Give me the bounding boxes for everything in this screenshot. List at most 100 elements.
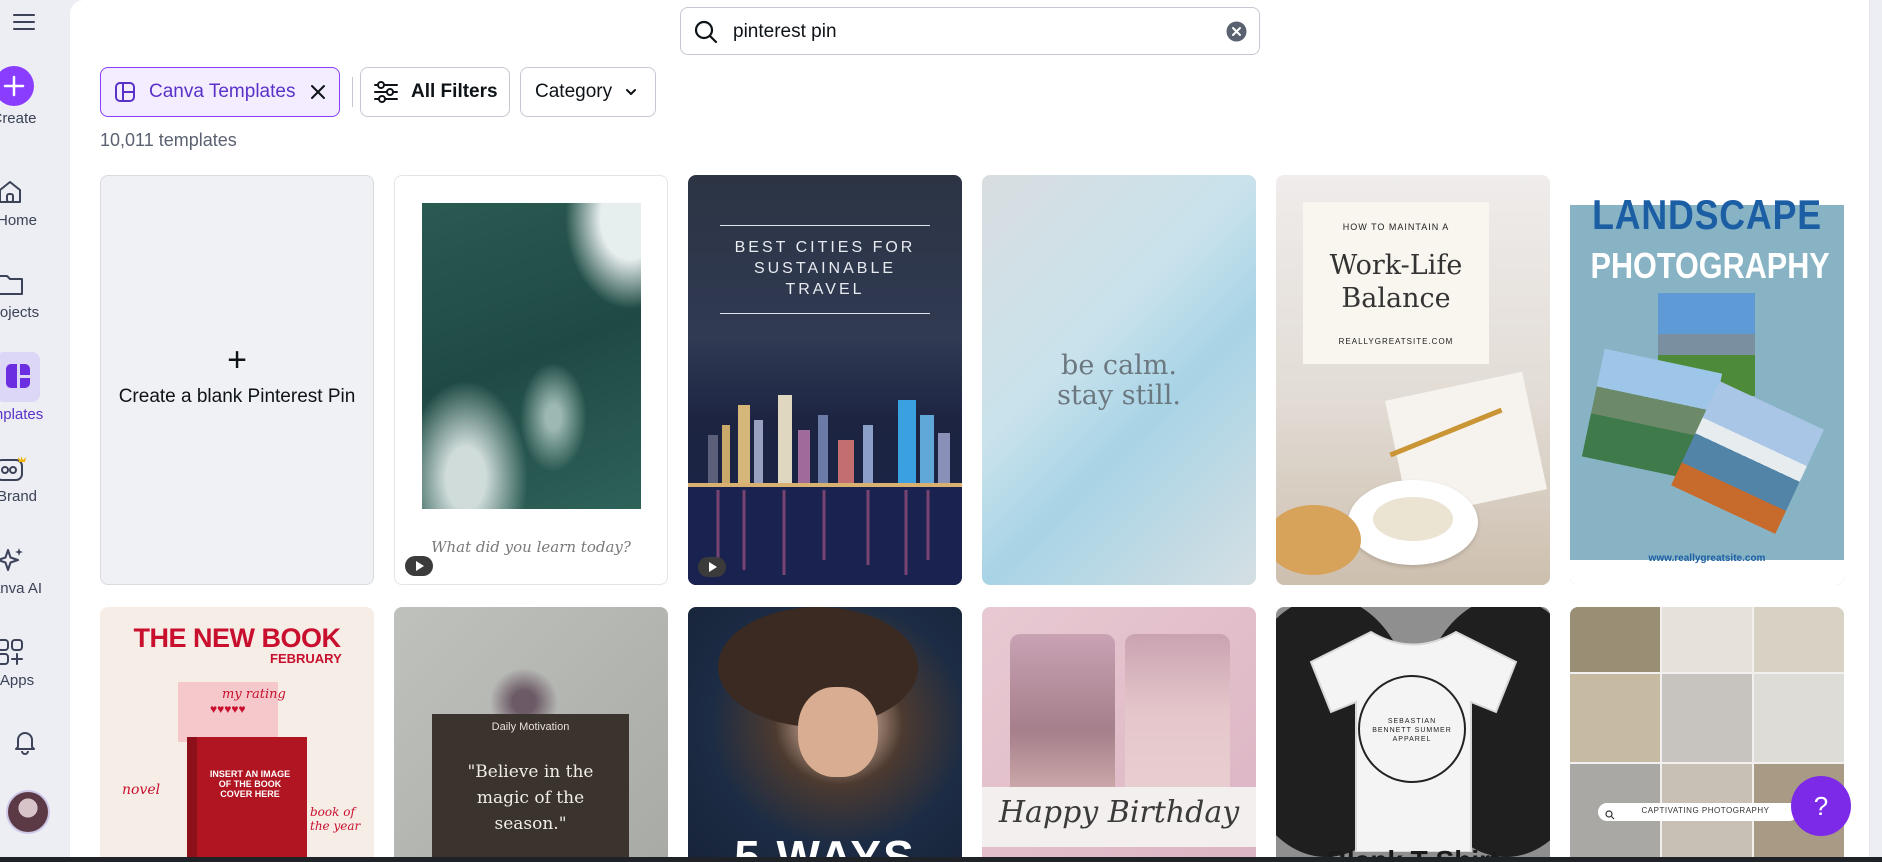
all-filters-label: All Filters [411, 81, 498, 102]
seal-text: SEBASTIAN BENNETT SUMMER APPAREL [1372, 718, 1452, 743]
video-play-icon [405, 556, 433, 576]
sparkle-icon [0, 544, 45, 576]
template-caption: What did you learn today? [431, 538, 631, 556]
plus-icon [0, 66, 34, 106]
help-button[interactable]: ? [1791, 776, 1851, 836]
template-site: REALLYGREATSITE.COM [1338, 337, 1454, 346]
template-title: SUSTAINABLE [753, 260, 897, 277]
sidebar-item-label: anva AI [0, 580, 43, 597]
template-subtitle: FEBRUARY [270, 651, 342, 666]
folder-icon [0, 268, 45, 300]
template-title: Work-Life [1329, 250, 1463, 281]
grid-photo-1 [1570, 607, 1660, 672]
template-subtitle: Daily Motivation [491, 721, 570, 733]
city-skyline-image [688, 365, 962, 585]
template-card-landscape[interactable]: LANDSCAPE PHOTOGRAPHY www.reallygreatsit… [1570, 175, 1844, 585]
template-card-birthday[interactable]: Happy Birthday [982, 607, 1256, 858]
left-sidebar: Create Home rojects mplates Brand anva A… [0, 0, 70, 858]
template-hearts: ♥♥♥♥♥ [210, 702, 246, 716]
template-card-book[interactable]: THE NEW BOOK FEBRUARY my rating ♥♥♥♥♥ IN… [100, 607, 374, 858]
template-annotation: novel [122, 782, 161, 798]
template-title: THE NEW BOOK [133, 623, 342, 653]
title-panel: HOW TO MAINTAIN A Work-Life Balance REAL… [1303, 202, 1489, 364]
photo-left [1010, 634, 1115, 809]
sidebar-item-label: rojects [0, 304, 40, 321]
category-label: Category [535, 81, 613, 102]
template-title: PHOTOGRAPHY [1590, 245, 1830, 286]
template-card-calm[interactable]: be calm. stay still. [982, 175, 1256, 585]
sidebar-item-canva-ai[interactable]: anva AI [0, 544, 45, 597]
clear-icon[interactable] [1226, 21, 1247, 47]
search-bar[interactable] [680, 7, 1260, 55]
sidebar-item-templates[interactable]: mplates [0, 352, 45, 423]
create-label: Create [0, 110, 37, 127]
ocean-image [422, 203, 641, 509]
quote-panel: Daily Motivation "Believe in the magic o… [432, 714, 629, 858]
coffee-image [1373, 497, 1453, 541]
apps-icon [0, 636, 45, 668]
template-card-work-life[interactable]: HOW TO MAINTAIN A Work-Life Balance REAL… [1276, 175, 1550, 585]
sidebar-item-projects[interactable]: rojects [0, 268, 45, 321]
template-rating-label: my rating [222, 687, 286, 702]
template-card-tshirt[interactable]: SEBASTIAN BENNETT SUMMER APPAREL Blank T… [1276, 607, 1550, 858]
templates-icon [0, 360, 40, 392]
template-subtitle: HOW TO MAINTAIN A [1342, 222, 1450, 232]
brand-icon [0, 452, 45, 484]
grid-photo-5 [1662, 674, 1752, 762]
bell-icon[interactable] [10, 726, 40, 761]
caption-bar-text: CAPTIVATING PHOTOGRAPHY [1641, 806, 1770, 815]
template-title: BEST CITIES FOR [734, 239, 916, 256]
croissant-image [1276, 505, 1361, 575]
plus-icon: + [227, 341, 247, 379]
main-panel: Canva Templates All Filters Category 10,… [70, 0, 1870, 858]
create-blank-label: Create a blank Pinterest Pin [118, 386, 356, 407]
bottom-rule [720, 313, 930, 314]
templates-icon [113, 80, 137, 104]
taskbar-strip [0, 857, 1882, 862]
chevron-down-icon [624, 85, 638, 99]
hamburger-menu-icon[interactable] [12, 10, 36, 34]
search-icon [1605, 807, 1615, 825]
template-card-cities[interactable]: BEST CITIES FOR SUSTAINABLE TRAVEL [688, 175, 962, 585]
right-edge [1869, 0, 1870, 858]
chip-label: Canva Templates [149, 81, 296, 102]
search-input[interactable] [731, 18, 1195, 46]
template-card-motivation[interactable]: Daily Motivation "Believe in the magic o… [394, 607, 668, 858]
template-title: Balance [1341, 283, 1451, 314]
chip-divider [352, 77, 353, 107]
photo-right [1125, 634, 1230, 809]
sidebar-item-apps[interactable]: Apps [0, 636, 45, 689]
template-title: 5 WAYS [734, 831, 916, 858]
category-dropdown[interactable]: Category [520, 67, 656, 117]
sidebar-item-label: Apps [0, 672, 35, 689]
close-icon[interactable] [309, 83, 327, 101]
template-card-ocean[interactable]: What did you learn today? [394, 175, 668, 585]
sidebar-item-brand[interactable]: Brand [0, 452, 45, 505]
all-filters-button[interactable]: All Filters [360, 67, 510, 117]
book-cover-text: INSERT AN IMAGE OF THE BOOK COVER HERE [209, 769, 291, 799]
sidebar-item-label: Home [0, 212, 37, 229]
sliders-icon [373, 80, 399, 104]
create-button[interactable]: Create [0, 66, 49, 127]
grid-photo-4 [1570, 674, 1660, 762]
template-card-ways[interactable]: 5 WAYS [688, 607, 962, 858]
sidebar-item-label: mplates [0, 406, 44, 423]
create-blank-card[interactable]: + Create a blank Pinterest Pin [100, 175, 374, 585]
sidebar-item-home[interactable]: Home [0, 176, 45, 229]
home-icon [0, 176, 45, 208]
template-annotation: book of the year [310, 805, 361, 833]
canva-templates-chip[interactable]: Canva Templates [100, 67, 340, 117]
sidebar-item-label: Brand [0, 488, 38, 505]
template-site: www.reallygreatsite.com [1648, 553, 1766, 564]
template-title: TRAVEL [785, 281, 865, 298]
top-rule [720, 225, 930, 226]
book-cover: INSERT AN IMAGE OF THE BOOK COVER HERE [187, 737, 307, 858]
template-title: LANDSCAPE [1592, 191, 1822, 238]
avatar[interactable] [6, 790, 50, 834]
grid-photo-3 [1754, 607, 1844, 672]
template-title: Happy Birthday [998, 795, 1240, 830]
results-count: 10,011 templates [100, 130, 237, 150]
template-title: stay still. [1057, 380, 1181, 411]
template-title: be calm. [1061, 350, 1177, 381]
template-quote: "Believe in the magic of the season." [467, 762, 594, 834]
